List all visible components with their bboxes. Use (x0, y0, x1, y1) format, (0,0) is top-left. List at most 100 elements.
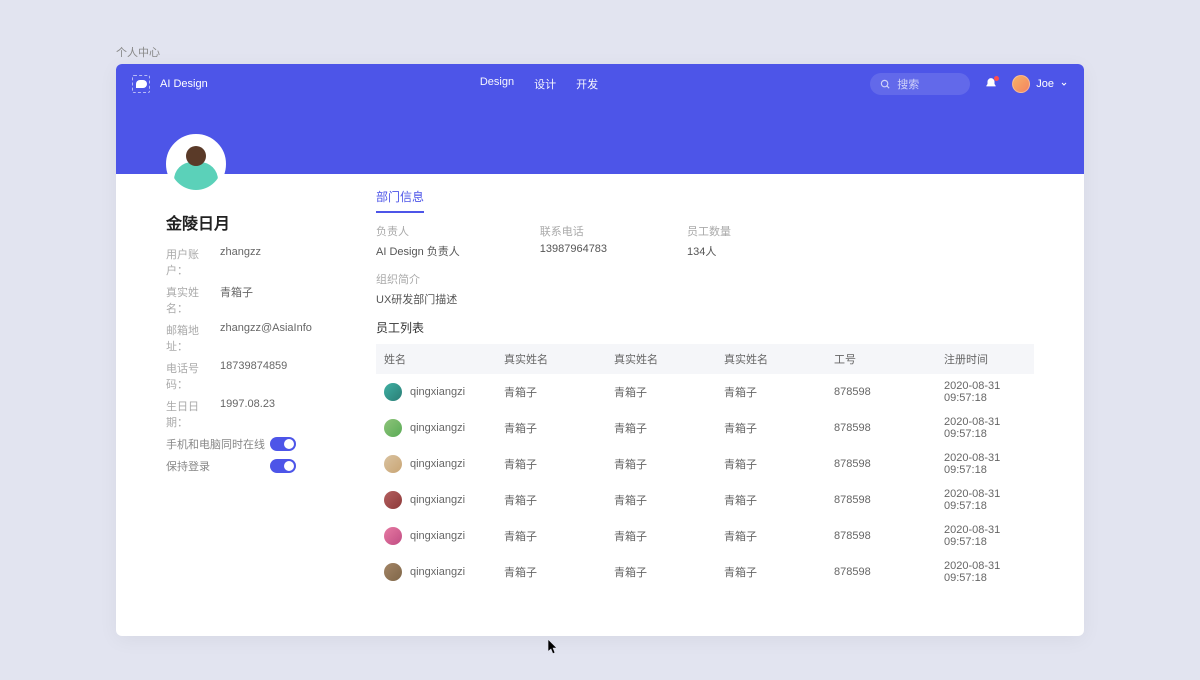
table-row[interactable]: qingxiangzi青箱子青箱子青箱子8785982020-08-31 09:… (376, 410, 1034, 446)
info-manager-value: AI Design 负责人 (376, 243, 460, 259)
row-name: qingxiangzi (410, 494, 465, 506)
tab-dept-info[interactable]: 部门信息 (376, 184, 424, 213)
nav-kaifa[interactable]: 开发 (576, 76, 598, 92)
row-code: 878598 (826, 518, 936, 554)
user-avatar-icon (1012, 75, 1030, 93)
cursor-icon (548, 640, 558, 654)
keep-login-switch[interactable] (270, 459, 296, 473)
table-row[interactable]: qingxiangzi青箱子青箱子青箱子8785982020-08-31 09:… (376, 482, 1034, 518)
col-name: 姓名 (376, 344, 496, 374)
nav-sheji[interactable]: 设计 (534, 76, 556, 92)
row-avatar-icon (384, 491, 402, 509)
row-real1: 青箱子 (496, 482, 606, 518)
info-count: 员工数量 134人 (687, 223, 731, 259)
row-real1: 青箱子 (496, 374, 606, 410)
meta-realname-label: 真实姓名： (166, 284, 220, 316)
info-manager-label: 负责人 (376, 223, 460, 239)
info-manager: 负责人 AI Design 负责人 (376, 223, 460, 259)
row-real1: 青箱子 (496, 446, 606, 482)
col-code: 工号 (826, 344, 936, 374)
profile-sidebar: 金陵日月 用户账户： zhangzz 真实姓名： 青箱子 邮箱地址： zhang… (116, 174, 316, 590)
meta-email-value: zhangzz@AsiaInfo (220, 322, 312, 354)
notification-icon[interactable] (984, 77, 998, 91)
info-count-label: 员工数量 (687, 223, 731, 239)
row-real1: 青箱子 (496, 554, 606, 590)
meta-birth: 生日日期： 1997.08.23 (166, 398, 316, 430)
logo-icon (132, 75, 150, 93)
row-real2: 青箱子 (606, 554, 716, 590)
row-time: 2020-08-31 09:57:18 (936, 482, 1034, 518)
logo[interactable]: AI Design (132, 75, 208, 93)
row-code: 878598 (826, 554, 936, 590)
row-real2: 青箱子 (606, 410, 716, 446)
col-time: 注册时间 (936, 344, 1034, 374)
row-real3: 青箱子 (716, 482, 826, 518)
row-real1: 青箱子 (496, 410, 606, 446)
row-real2: 青箱子 (606, 518, 716, 554)
row-real3: 青箱子 (716, 446, 826, 482)
col-real3: 真实姓名 (716, 344, 826, 374)
row-name: qingxiangzi (410, 422, 465, 434)
info-desc: 组织简介 UX研发部门描述 (376, 271, 1034, 307)
table-row[interactable]: qingxiangzi青箱子青箱子青箱子8785982020-08-31 09:… (376, 446, 1034, 482)
row-avatar-icon (384, 383, 402, 401)
row-real1: 青箱子 (496, 518, 606, 554)
row-name: qingxiangzi (410, 458, 465, 470)
list-title: 员工列表 (376, 319, 1034, 336)
meta-account-label: 用户账户： (166, 246, 220, 278)
col-real1: 真实姓名 (496, 344, 606, 374)
search-icon (880, 79, 891, 90)
table-row[interactable]: qingxiangzi青箱子青箱子青箱子8785982020-08-31 09:… (376, 518, 1034, 554)
row-time: 2020-08-31 09:57:18 (936, 446, 1034, 482)
meta-account-value: zhangzz (220, 246, 261, 278)
nav-design[interactable]: Design (480, 76, 514, 92)
meta-birth-value: 1997.08.23 (220, 398, 275, 430)
meta-email-label: 邮箱地址： (166, 322, 220, 354)
employee-table: 姓名 真实姓名 真实姓名 真实姓名 工号 注册时间 qingxiangzi青箱子… (376, 344, 1034, 590)
col-real2: 真实姓名 (606, 344, 716, 374)
meta-account: 用户账户： zhangzz (166, 246, 316, 278)
table-header-row: 姓名 真实姓名 真实姓名 真实姓名 工号 注册时间 (376, 344, 1034, 374)
info-desc-value: UX研发部门描述 (376, 291, 1034, 307)
table-row[interactable]: qingxiangzi青箱子青箱子青箱子8785982020-08-31 09:… (376, 554, 1034, 590)
row-real3: 青箱子 (716, 374, 826, 410)
meta-phone-value: 18739874859 (220, 360, 287, 392)
row-real3: 青箱子 (716, 554, 826, 590)
search-placeholder: 搜索 (897, 76, 919, 92)
row-avatar-icon (384, 527, 402, 545)
row-code: 878598 (826, 410, 936, 446)
info-phone-label: 联系电话 (540, 223, 607, 239)
multi-device-switch[interactable] (270, 437, 296, 451)
user-name: Joe (1036, 78, 1054, 90)
keep-login-label: 保持登录 (166, 458, 210, 474)
row-code: 878598 (826, 482, 936, 518)
info-count-value: 134人 (687, 243, 731, 259)
row-time: 2020-08-31 09:57:18 (936, 518, 1034, 554)
row-time: 2020-08-31 09:57:18 (936, 374, 1034, 410)
main-panel: AI Design Design 设计 开发 搜索 Joe (116, 64, 1084, 636)
row-avatar-icon (384, 419, 402, 437)
brand-name: AI Design (160, 78, 208, 90)
notification-dot (994, 76, 999, 81)
meta-realname: 真实姓名： 青箱子 (166, 284, 316, 316)
breadcrumb[interactable]: 个人中心 (0, 0, 1200, 64)
meta-realname-value: 青箱子 (220, 284, 253, 316)
row-real2: 青箱子 (606, 446, 716, 482)
chevron-down-icon (1060, 80, 1068, 88)
search-input[interactable]: 搜索 (870, 73, 970, 95)
detail-column: 部门信息 负责人 AI Design 负责人 联系电话 13987964783 … (316, 174, 1064, 590)
hero-band (116, 104, 1084, 174)
row-time: 2020-08-31 09:57:18 (936, 410, 1034, 446)
row-name: qingxiangzi (410, 386, 465, 398)
row-real2: 青箱子 (606, 482, 716, 518)
row-real3: 青箱子 (716, 410, 826, 446)
user-menu[interactable]: Joe (1012, 75, 1068, 93)
info-desc-label: 组织简介 (376, 271, 1034, 287)
meta-birth-label: 生日日期： (166, 398, 220, 430)
header-bar: AI Design Design 设计 开发 搜索 Joe (116, 64, 1084, 104)
info-phone-value: 13987964783 (540, 243, 607, 255)
meta-phone-label: 电话号码： (166, 360, 220, 392)
info-phone: 联系电话 13987964783 (540, 223, 607, 259)
profile-avatar[interactable] (166, 134, 226, 194)
table-row[interactable]: qingxiangzi青箱子青箱子青箱子8785982020-08-31 09:… (376, 374, 1034, 410)
